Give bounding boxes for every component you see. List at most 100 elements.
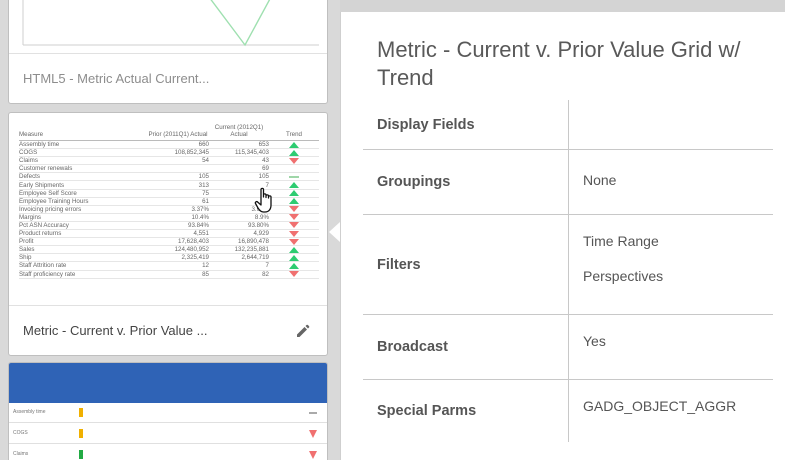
- cell-prior: 124,480,952: [174, 246, 209, 254]
- table-row: Pct ASN Accuracy 93.84% 93.80%: [19, 221, 319, 231]
- property-row-special-parms: Special Parms GADG_OBJECT_AGGR: [363, 380, 773, 442]
- table-row: Sales 124,480,952 132,235,881: [19, 246, 319, 255]
- cell-current: 93.80%: [248, 221, 269, 229]
- cell-trend: [269, 262, 319, 269]
- status-dot: [79, 450, 83, 459]
- property-value: None: [569, 150, 773, 214]
- line-chart-preview: [22, 0, 319, 47]
- cell-current: 653: [258, 141, 269, 149]
- gadget-card-html5-metric[interactable]: HTML5 - Metric Actual Current...: [8, 0, 328, 104]
- cell-prior: 10.4%: [191, 213, 209, 221]
- cell-measure: Product returns: [19, 230, 62, 238]
- property-label: Broadcast: [363, 315, 569, 379]
- col-prior: Prior (2011Q1) Actual: [148, 130, 208, 138]
- mini-grid-header: Measure Prior (2011Q1) Actual Current (2…: [19, 119, 319, 141]
- cell-prior: 105: [198, 173, 209, 181]
- cell-trend: [269, 222, 319, 229]
- table-row: Staff Attrition rate 12 7: [19, 262, 319, 271]
- status-dot: [79, 408, 83, 417]
- cell-measure: Sales: [19, 246, 35, 254]
- cell-measure: Staff proficiency rate: [19, 270, 76, 278]
- cell-trend: [269, 230, 319, 237]
- value-text: Perspectives: [583, 268, 664, 284]
- cell-current: 105: [258, 173, 269, 181]
- trend-down-icon: [289, 271, 299, 278]
- cell-trend: [269, 254, 319, 261]
- panel-title: Metric - Current v. Prior Value Grid w/ …: [377, 37, 741, 90]
- cell-measure: Profit: [19, 238, 34, 246]
- trend-up-icon: [289, 254, 299, 261]
- grid-header-band: [9, 363, 327, 403]
- table-row: Product returns 4,551 4,929: [19, 230, 319, 239]
- row-label: Assembly time: [13, 409, 46, 415]
- trend-down-icon: [289, 157, 299, 164]
- table-row: Ship 2,325,419 2,644,719: [19, 254, 319, 263]
- trend-up-icon: [289, 246, 299, 253]
- table-row: Assembly time 660 653: [19, 141, 319, 150]
- cell-prior: 93.84%: [188, 221, 209, 229]
- row-label: Claims: [13, 451, 29, 457]
- card-caption: HTML5 - Metric Actual Current...: [9, 53, 327, 103]
- col-current: Current (2012Q1) Actual: [214, 124, 264, 138]
- property-label: Special Parms: [363, 380, 569, 442]
- table-row: Profit 17,628,403 16,890,478: [19, 238, 319, 247]
- trend-up-icon: [289, 149, 299, 156]
- cell-trend: [269, 238, 319, 245]
- cell-current: 7: [265, 262, 269, 270]
- cell-trend: [269, 157, 319, 164]
- gadget-details-panel: Metric - Current v. Prior Value Grid w/ …: [340, 12, 785, 460]
- col-trend: Trend: [286, 131, 302, 138]
- table-row: Assembly time: [9, 403, 327, 423]
- trend-up-icon: [289, 190, 299, 197]
- property-label: Groupings: [363, 150, 569, 214]
- trend-up-icon: [289, 198, 299, 205]
- status-dot: [79, 429, 83, 438]
- cell-measure: Margins: [19, 213, 42, 221]
- trend-flat-icon: [309, 412, 317, 414]
- trend-down-icon: [289, 214, 299, 221]
- property-row-filters: Filters Time Range Perspectives: [363, 215, 773, 315]
- property-label: Filters: [363, 215, 569, 314]
- cell-prior: 108,852,345: [174, 149, 209, 157]
- cell-measure: Employee Training Hours: [19, 197, 89, 205]
- cell-measure: Defects: [19, 173, 40, 181]
- property-label: Display Fields: [363, 100, 569, 149]
- grid-thumbnail: Measure Prior (2011Q1) Actual Current (2…: [9, 113, 327, 307]
- pencil-icon[interactable]: [293, 321, 313, 341]
- selection-pointer: [329, 222, 340, 242]
- property-row-broadcast: Broadcast Yes: [363, 315, 773, 380]
- trend-up-icon: [289, 182, 299, 189]
- trend-down-icon: [289, 238, 299, 245]
- property-value: Time Range Perspectives: [569, 215, 773, 314]
- gadget-card-metric-grid[interactable]: Measure Prior (2011Q1) Actual Current (2…: [8, 112, 328, 356]
- cell-prior: 660: [198, 141, 209, 149]
- cell-prior: 61: [202, 197, 209, 205]
- properties-table: Display Fields Groupings None Filters Ti…: [363, 100, 773, 442]
- cell-prior: 3.37%: [191, 205, 209, 213]
- cell-measure: Staff Attrition rate: [19, 262, 67, 270]
- cell-current: 16,890,478: [238, 238, 269, 246]
- gadget-card-variance-grid[interactable]: Assembly time COGS Claims: [8, 362, 328, 460]
- trend-up-icon: [289, 262, 299, 269]
- cell-current: 2,644,719: [241, 254, 269, 262]
- trend-down-icon: [309, 451, 317, 459]
- card-title: Metric - Current v. Prior Value ...: [23, 323, 208, 338]
- table-row: Defects 105 105: [19, 173, 319, 182]
- card-caption: Metric - Current v. Prior Value ...: [9, 305, 327, 355]
- property-row-display-fields: Display Fields: [363, 100, 773, 150]
- cell-prior: 17,628,403: [178, 238, 209, 246]
- cell-current: 43: [262, 157, 269, 165]
- cell-current: 69: [262, 165, 269, 173]
- value-text: Yes: [583, 333, 606, 349]
- cell-measure: Claims: [19, 157, 38, 165]
- col-measure: Measure: [19, 131, 44, 138]
- cell-prior: 4,551: [193, 230, 209, 238]
- trend-up-icon: [289, 141, 299, 148]
- cell-prior: 85: [202, 270, 209, 278]
- cell-prior: 313: [198, 181, 209, 189]
- cell-current: 132,235,881: [234, 246, 269, 254]
- trend-down-icon: [289, 206, 299, 213]
- value-text: GADG_OBJECT_AGGR: [583, 398, 737, 414]
- cell-measure: Ship: [19, 254, 32, 262]
- cell-trend: [269, 271, 319, 278]
